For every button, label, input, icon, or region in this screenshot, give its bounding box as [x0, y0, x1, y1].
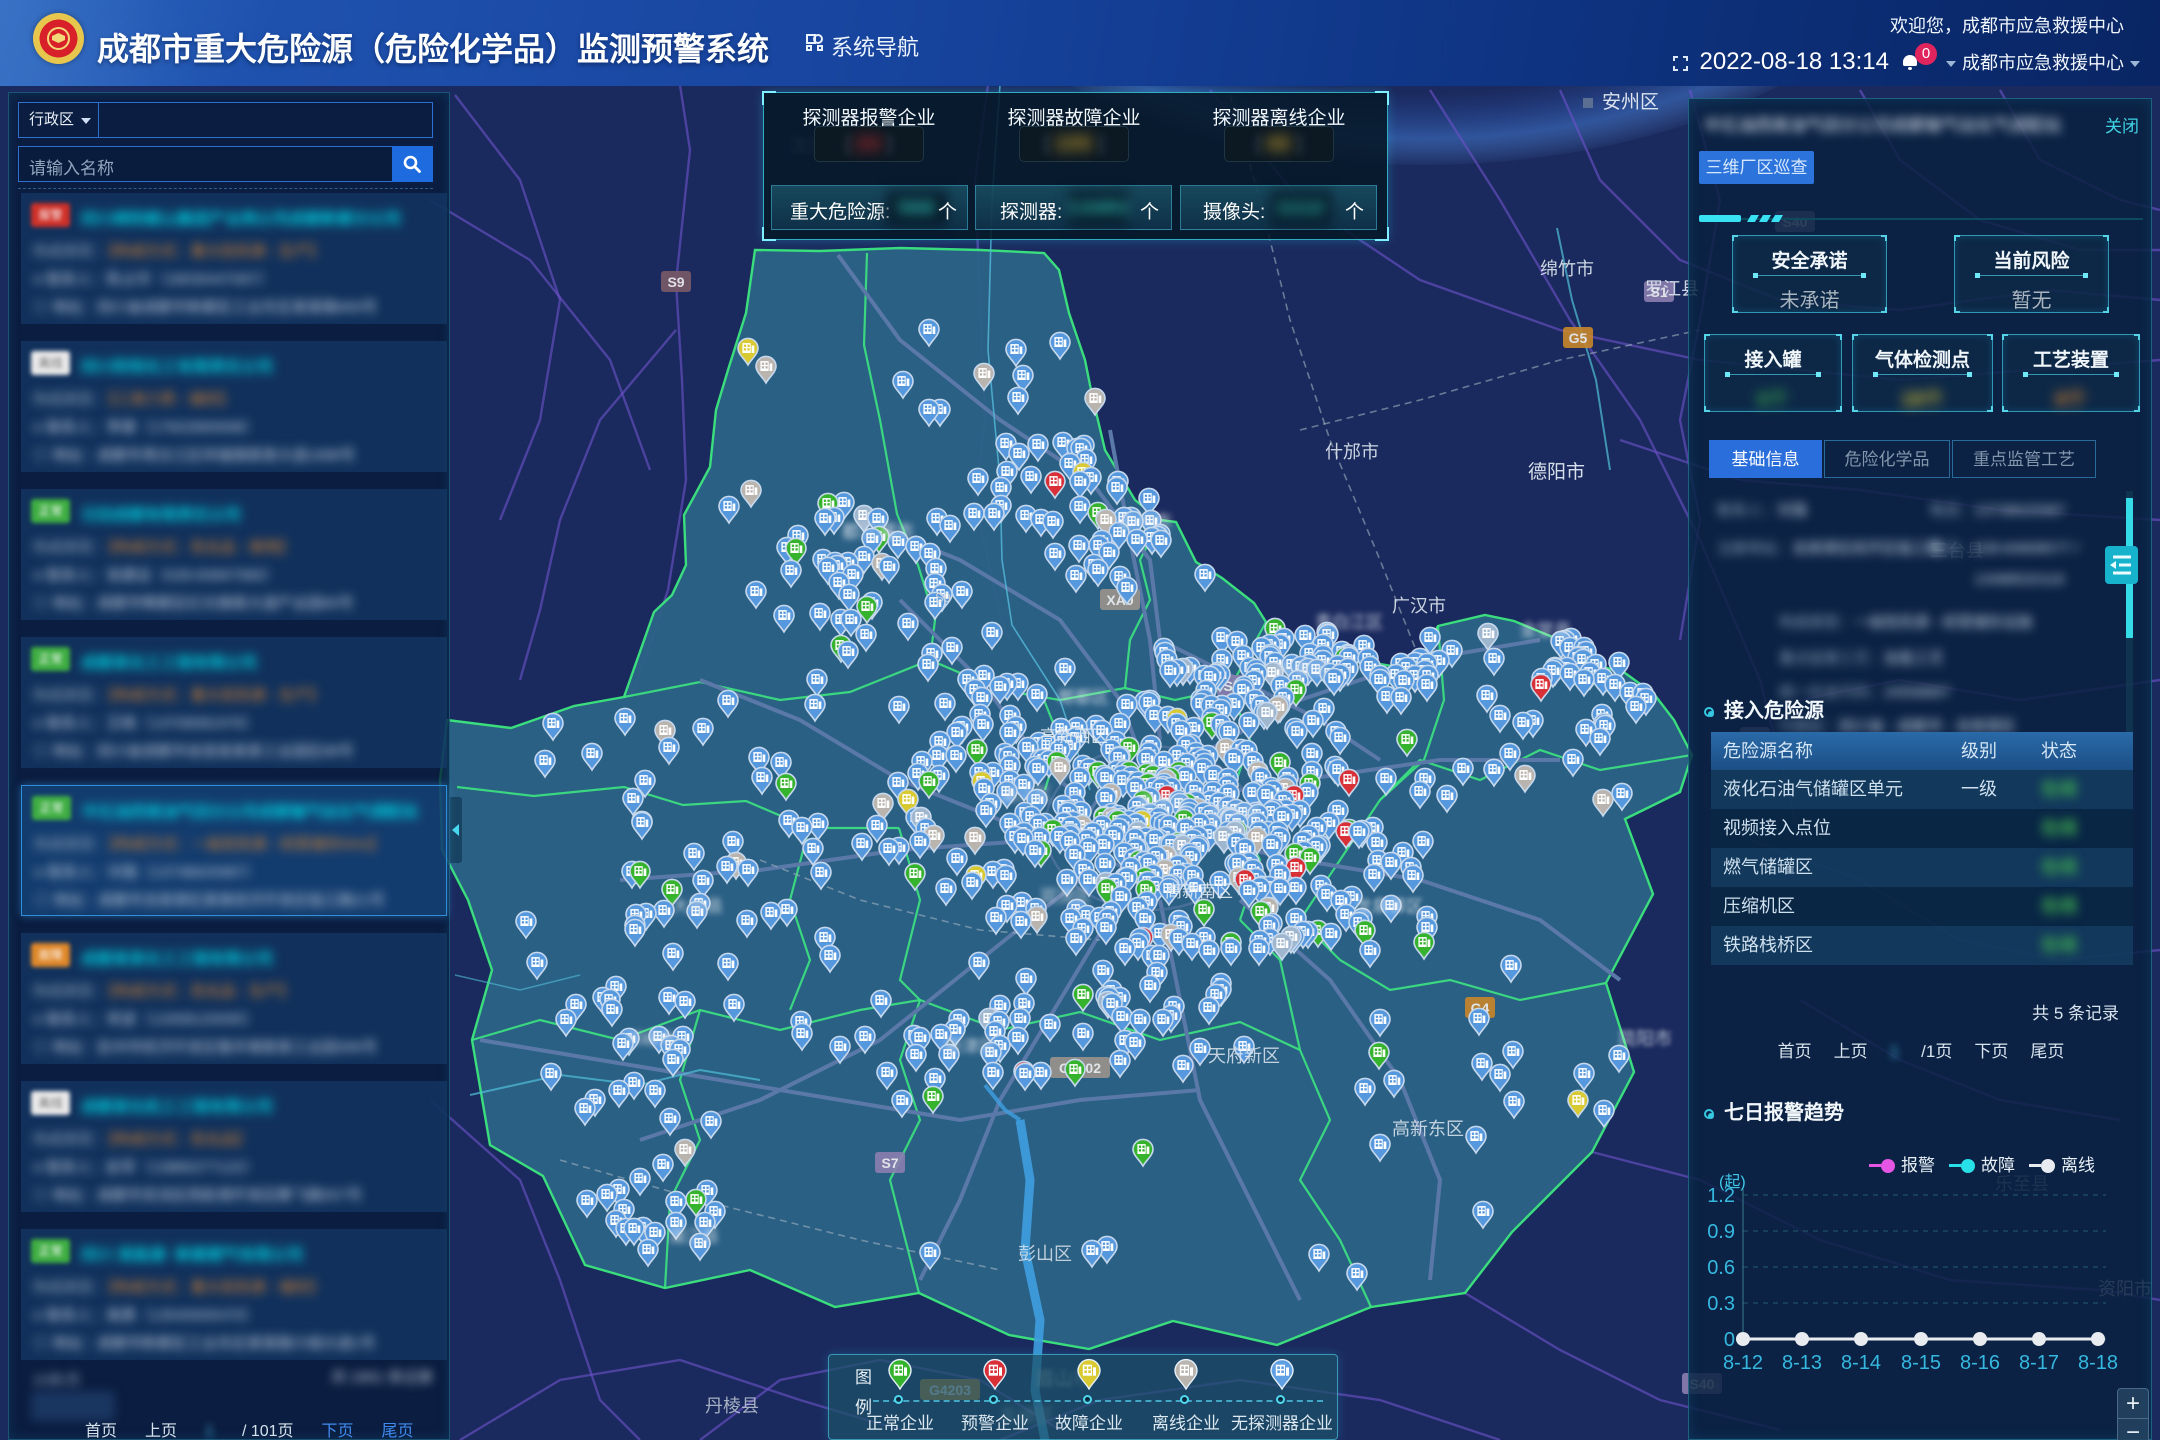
svg-text:8-15: 8-15 — [1901, 1352, 1941, 1374]
svg-text:简阳市: 简阳市 — [1618, 1029, 1672, 1049]
svg-text:彭州市: 彭州市 — [1118, 512, 1172, 532]
svg-text:8-12: 8-12 — [1723, 1352, 1763, 1374]
svg-text:S7: S7 — [881, 1155, 898, 1171]
svg-text:高新南区: 高新南区 — [1165, 882, 1233, 901]
svg-text:高新东区: 高新东区 — [1392, 1119, 1464, 1139]
svg-text:金堂县: 金堂县 — [1520, 621, 1571, 640]
svg-text:0.9: 0.9 — [1707, 1221, 1735, 1243]
svg-text:大邑县: 大邑县 — [672, 897, 723, 916]
svg-text:0.6: 0.6 — [1707, 1257, 1735, 1279]
svg-text:安州区: 安州区 — [1602, 91, 1659, 113]
svg-text:8-14: 8-14 — [1841, 1352, 1881, 1374]
svg-text:0: 0 — [1724, 1329, 1735, 1351]
svg-text:新都区: 新都区 — [1278, 660, 1329, 679]
svg-text:青白江区: 青白江区 — [1315, 613, 1383, 632]
svg-text:德阳市: 德阳市 — [1528, 461, 1585, 483]
svg-text:8-17: 8-17 — [2019, 1352, 2059, 1374]
svg-text:龙泉驿区: 龙泉驿区 — [1355, 897, 1423, 916]
svg-text:8-16: 8-16 — [1960, 1352, 2000, 1374]
svg-text:G5: G5 — [1569, 330, 1588, 346]
svg-text:双流区: 双流区 — [1040, 887, 1091, 906]
svg-text:绵竹市: 绵竹市 — [1540, 259, 1594, 279]
svg-text:都江堰市: 都江堰市 — [842, 522, 914, 542]
svg-text:天府新区: 天府新区 — [1208, 1046, 1280, 1066]
svg-text:广汉市: 广汉市 — [1392, 596, 1446, 616]
svg-text:高新西区: 高新西区 — [1040, 727, 1108, 746]
svg-text:0.3: 0.3 — [1707, 1293, 1735, 1315]
svg-text:蒲江县: 蒲江县 — [668, 1227, 719, 1246]
svg-text:什邡市: 什邡市 — [1325, 442, 1379, 462]
svg-text:S9: S9 — [935, 590, 951, 605]
svg-text:青羊区: 青羊区 — [1138, 793, 1189, 812]
svg-text:新津区: 新津区 — [945, 1037, 996, 1056]
svg-text:成华区: 成华区 — [1210, 803, 1261, 822]
svg-text:8-18: 8-18 — [2078, 1352, 2118, 1374]
svg-text:丹棱县: 丹棱县 — [705, 1396, 759, 1416]
svg-text:S9: S9 — [667, 274, 684, 290]
svg-text:1.2: 1.2 — [1707, 1185, 1735, 1207]
svg-text:8-13: 8-13 — [1782, 1352, 1822, 1374]
svg-text:彭山区: 彭山区 — [1018, 1244, 1072, 1264]
svg-text:邛崃市: 邛崃市 — [625, 1030, 676, 1049]
svg-text:温江区: 温江区 — [1000, 785, 1051, 804]
svg-text:郫都区: 郫都区 — [1058, 688, 1109, 707]
